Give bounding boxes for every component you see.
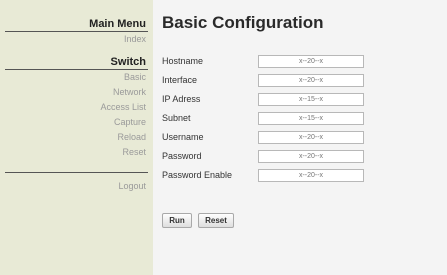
password-input[interactable] [258, 150, 364, 163]
form-row-password-enable: Password Enable [162, 169, 392, 184]
sidebar-item-capture[interactable]: Capture [5, 115, 148, 130]
password-enable-label: Password Enable [162, 170, 233, 180]
sidebar-item-access-list[interactable]: Access List [5, 100, 148, 115]
ip-address-input[interactable] [258, 93, 364, 106]
sidebar-item-logout[interactable]: Logout [5, 179, 148, 194]
page-title: Basic Configuration [162, 13, 324, 32]
ip-address-label: IP Adress [162, 94, 201, 104]
username-label: Username [162, 132, 204, 142]
password-enable-input[interactable] [258, 169, 364, 182]
subnet-input[interactable] [258, 112, 364, 125]
sidebar-divider [5, 172, 148, 179]
password-label: Password [162, 151, 202, 161]
form-row-hostname: Hostname [162, 55, 392, 70]
sidebar-menu: Main Menu Index Switch Basic Network Acc… [5, 18, 148, 194]
run-button[interactable]: Run [162, 213, 192, 228]
switch-heading: Switch [5, 56, 148, 70]
interface-label: Interface [162, 75, 198, 85]
reset-button[interactable]: Reset [198, 213, 234, 228]
form-row-subnet: Subnet [162, 112, 392, 127]
main-content: Basic Configuration Hostname Interface I… [162, 0, 447, 275]
sidebar-item-reset[interactable]: Reset [5, 145, 148, 160]
sidebar-item-basic[interactable]: Basic [5, 70, 148, 85]
subnet-label: Subnet [162, 113, 191, 123]
sidebar-item-index[interactable]: Index [5, 32, 148, 47]
hostname-input[interactable] [258, 55, 364, 68]
hostname-label: Hostname [162, 56, 204, 66]
form-row-password: Password [162, 150, 392, 165]
sidebar-item-network[interactable]: Network [5, 85, 148, 100]
form-row-ip-address: IP Adress [162, 93, 392, 108]
main-menu-heading: Main Menu [5, 18, 148, 32]
form-row-username: Username [162, 131, 392, 146]
username-input[interactable] [258, 131, 364, 144]
sidebar: Main Menu Index Switch Basic Network Acc… [0, 0, 153, 275]
form-row-interface: Interface [162, 74, 392, 89]
interface-input[interactable] [258, 74, 364, 87]
sidebar-item-reload[interactable]: Reload [5, 130, 148, 145]
